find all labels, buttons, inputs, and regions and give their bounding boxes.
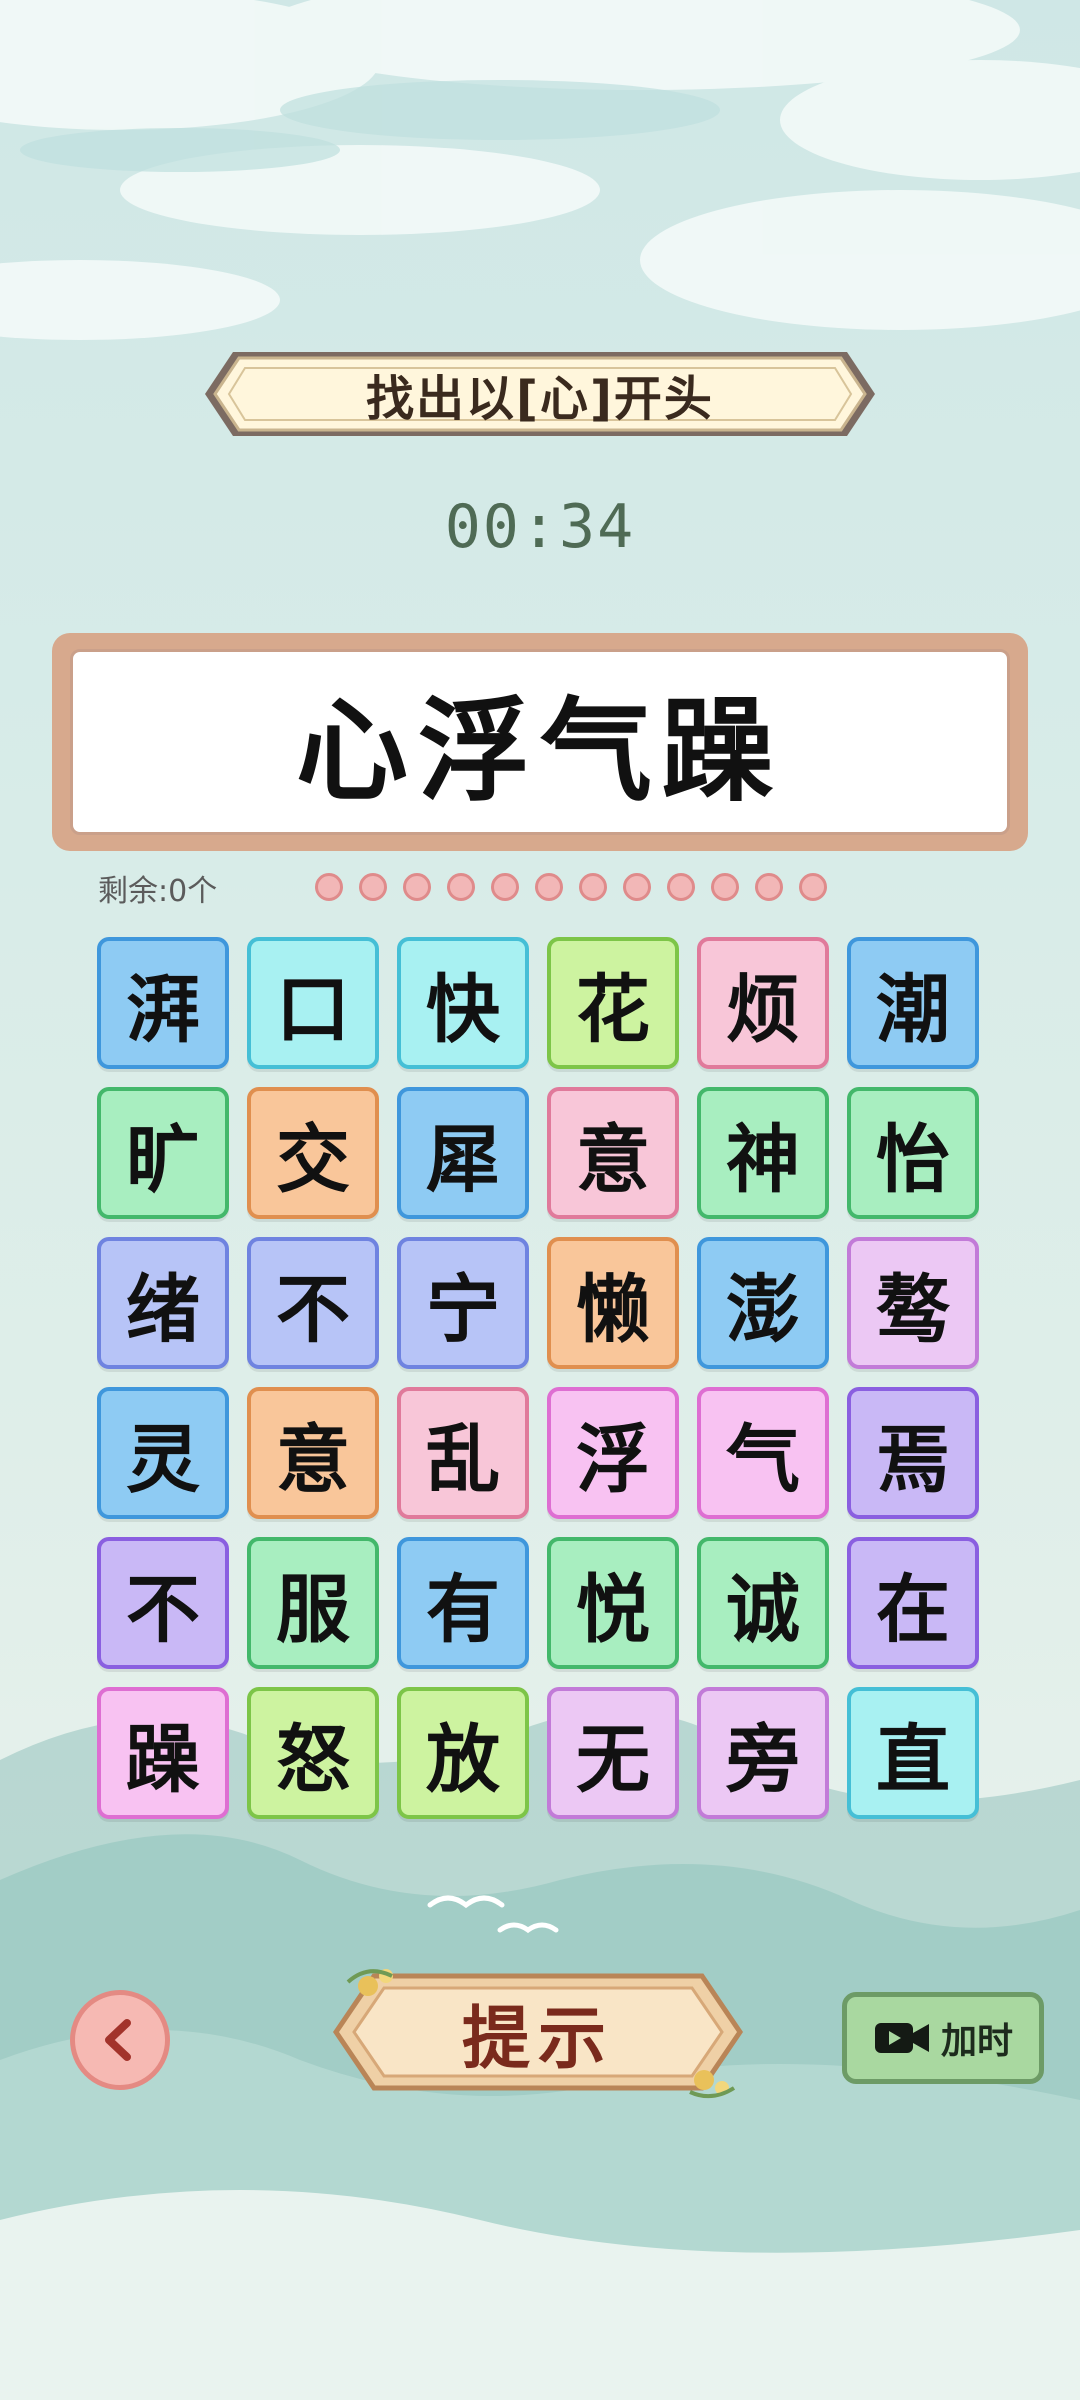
progress-dot xyxy=(667,873,695,901)
character-tile[interactable]: 花 xyxy=(547,937,679,1069)
character-tile[interactable]: 湃 xyxy=(97,937,229,1069)
progress-dot xyxy=(491,873,519,901)
character-tile[interactable]: 无 xyxy=(547,1687,679,1819)
character-tile[interactable]: 躁 xyxy=(97,1687,229,1819)
character-tile[interactable]: 服 xyxy=(247,1537,379,1669)
character-tile[interactable]: 烦 xyxy=(697,937,829,1069)
prompt-text: 找出以[心]开头 xyxy=(366,371,714,427)
video-camera-icon xyxy=(874,2023,929,2053)
character-tile[interactable]: 宁 xyxy=(397,1237,529,1369)
progress-dot xyxy=(755,873,783,901)
progress-dot xyxy=(359,873,387,901)
character-tile[interactable]: 意 xyxy=(547,1087,679,1219)
progress-dots xyxy=(315,873,827,907)
character-tile[interactable]: 潮 xyxy=(847,937,979,1069)
remaining-count: 剩余:0个 xyxy=(98,874,218,909)
character-tile[interactable]: 犀 xyxy=(397,1087,529,1219)
chevron-left-icon xyxy=(105,2019,131,2061)
progress-dot xyxy=(623,873,651,901)
character-tile[interactable]: 口 xyxy=(247,937,379,1069)
countdown-timer: 00:34 xyxy=(444,492,636,562)
character-tile[interactable]: 懒 xyxy=(547,1237,679,1369)
character-tile[interactable]: 诚 xyxy=(697,1537,829,1669)
progress-dot xyxy=(799,873,827,901)
answer-panel: 心浮气躁 xyxy=(52,633,1028,851)
hint-button[interactable]: 提示 xyxy=(328,1962,748,2102)
progress-dot xyxy=(535,873,563,901)
character-tile[interactable]: 骜 xyxy=(847,1237,979,1369)
character-tile[interactable]: 浮 xyxy=(547,1387,679,1519)
character-tile[interactable]: 直 xyxy=(847,1687,979,1819)
character-tile[interactable]: 有 xyxy=(397,1537,529,1669)
character-tile[interactable]: 悦 xyxy=(547,1537,679,1669)
character-tile[interactable]: 意 xyxy=(247,1387,379,1519)
hint-label: 提示 xyxy=(461,1998,614,2079)
character-tile[interactable]: 气 xyxy=(697,1387,829,1519)
progress-dot xyxy=(315,873,343,901)
progress-dot xyxy=(579,873,607,901)
character-tile[interactable]: 旷 xyxy=(97,1087,229,1219)
character-tile[interactable]: 灵 xyxy=(97,1387,229,1519)
back-button[interactable] xyxy=(70,1990,170,2090)
character-tile[interactable]: 神 xyxy=(697,1087,829,1219)
character-tile[interactable]: 乱 xyxy=(397,1387,529,1519)
add-time-label: 加时 xyxy=(940,2021,1013,2062)
character-tile[interactable]: 快 xyxy=(397,937,529,1069)
answer-text: 心浮气躁 xyxy=(70,649,1010,835)
prompt-banner: 找出以[心]开头 xyxy=(205,348,875,440)
character-tile[interactable]: 旁 xyxy=(697,1687,829,1819)
character-tile[interactable]: 在 xyxy=(847,1537,979,1669)
progress-dot xyxy=(403,873,431,901)
character-tile[interactable]: 怡 xyxy=(847,1087,979,1219)
add-time-button[interactable]: 加时 xyxy=(842,1992,1044,2084)
character-tile[interactable]: 交 xyxy=(247,1087,379,1219)
progress-dot xyxy=(711,873,739,901)
progress-dot xyxy=(447,873,475,901)
character-tile[interactable]: 不 xyxy=(247,1237,379,1369)
character-tile[interactable]: 澎 xyxy=(697,1237,829,1369)
character-tile[interactable]: 不 xyxy=(97,1537,229,1669)
character-tile[interactable]: 焉 xyxy=(847,1387,979,1519)
character-tile[interactable]: 放 xyxy=(397,1687,529,1819)
character-tile[interactable]: 怒 xyxy=(247,1687,379,1819)
character-board: 湃口快花烦潮旷交犀意神怡绪不宁懒澎骜灵意乱浮气焉不服有悦诚在躁怒放无旁直 xyxy=(97,937,983,1819)
character-tile[interactable]: 绪 xyxy=(97,1237,229,1369)
